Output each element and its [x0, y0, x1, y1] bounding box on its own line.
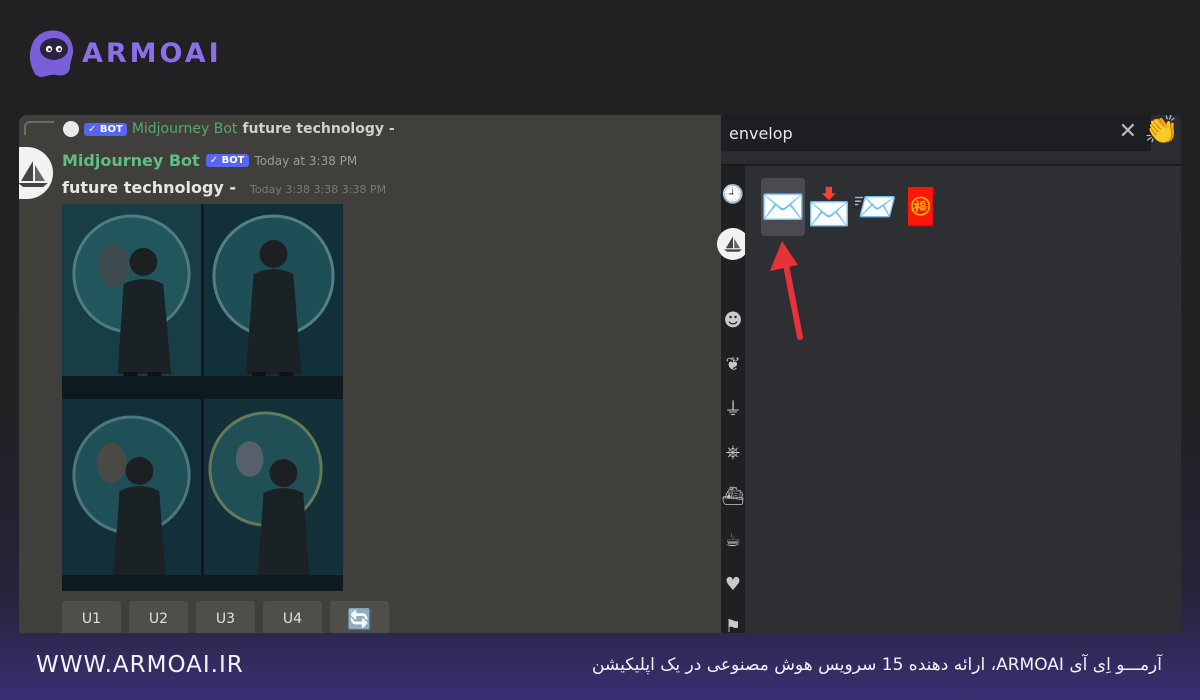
message-author[interactable]: Midjourney Bot — [62, 151, 200, 170]
grid-image-2[interactable] — [204, 204, 343, 396]
u1-button[interactable]: U1 — [62, 601, 121, 633]
refresh-icon: 🔄 — [347, 607, 372, 631]
discord-screenshot: ✓ BOT Midjourney Bot future technology -… — [19, 115, 1181, 633]
grid-image-1[interactable] — [62, 204, 201, 396]
u2-button[interactable]: U2 — [129, 601, 188, 633]
reply-text: future technology - — [242, 121, 395, 137]
incoming-envelope-emoji[interactable]: 📨 — [853, 178, 898, 236]
smile-icon[interactable]: ☻ — [723, 310, 743, 331]
mug-icon[interactable]: ☕ — [723, 530, 743, 551]
u4-button[interactable]: U4 — [263, 601, 322, 633]
bot-badge: ✓ BOT — [205, 154, 249, 167]
mascot-icon — [29, 30, 74, 77]
flag-icon[interactable]: ⚑ — [723, 616, 743, 634]
reply-preview[interactable]: ✓ BOT Midjourney Bot future technology - — [33, 115, 395, 143]
message-text: future technology - Today 3:38 3:38 3:38… — [62, 178, 386, 197]
bot-badge: ✓ BOT — [84, 122, 127, 136]
reply-author: Midjourney Bot — [131, 121, 238, 137]
emoji-search-input[interactable] — [727, 122, 1091, 144]
footer-caption: آرمـــو اِی آی ARMOAI، ارائه دهنده 15 سر… — [591, 655, 1162, 675]
refresh-button[interactable]: 🔄 — [330, 601, 389, 633]
clock-icon[interactable]: 🕘 — [722, 184, 744, 205]
website-url[interactable]: WWW.ARMOAI.IR — [36, 652, 244, 678]
grid-image-3[interactable] — [62, 399, 201, 591]
ice-cream-icon[interactable]: ⏚ — [723, 398, 743, 420]
close-icon[interactable]: ✕ — [1119, 119, 1137, 144]
bot-avatar[interactable] — [19, 147, 53, 199]
ghost-timestamp: Today 3:38 3:38 3:38 PM — [250, 183, 387, 196]
skin-tone-selector[interactable]: 👏 — [1144, 115, 1179, 146]
envelope-emoji[interactable]: ✉️ — [761, 178, 805, 236]
sailboat-icon — [19, 161, 48, 187]
brand-name: ARMOAI — [82, 37, 222, 69]
brand-logo: ARMOAI — [26, 27, 222, 79]
red-envelope-emoji[interactable]: 🧧 — [899, 178, 944, 236]
envelope-arrow-emoji[interactable]: 📩 — [807, 178, 852, 236]
grid-image-4[interactable] — [204, 399, 343, 591]
message-header: Midjourney Bot ✓ BOT Today at 3:38 PM — [62, 151, 357, 170]
gamepad-icon[interactable]: ⎈ — [723, 442, 743, 463]
message-prompt: future technology - — [62, 178, 237, 197]
red-arrow-annotation — [770, 241, 803, 340]
emoji-picker: ✕ 👏 🕘 ☻ ❦ ⏚ ⎈ ⛴ ☕ ♥ ⚑ ✉️ 📩 📨 🧧 — [717, 115, 1181, 634]
u3-button[interactable]: U3 — [196, 601, 255, 633]
emoji-category-sidebar: 🕘 ☻ ❦ ⏚ ⎈ ⛴ ☕ ♥ ⚑ — [717, 166, 749, 634]
heart-icon[interactable]: ♥ — [723, 574, 743, 595]
emoji-results: ✉️ 📩 📨 🧧 — [761, 178, 943, 236]
ship-icon[interactable]: ⛴ — [722, 486, 745, 507]
leaf-icon[interactable]: ❦ — [723, 354, 743, 375]
bot-avatar-small — [63, 121, 79, 137]
upscale-buttons: U1 U2 U3 U4 🔄 — [62, 601, 389, 633]
image-grid[interactable] — [62, 204, 343, 591]
chat-area: ✓ BOT Midjourney Bot future technology -… — [19, 115, 721, 633]
emoji-search-bar: ✕ — [721, 115, 1151, 151]
message-timestamp: Today at 3:38 PM — [254, 153, 358, 168]
